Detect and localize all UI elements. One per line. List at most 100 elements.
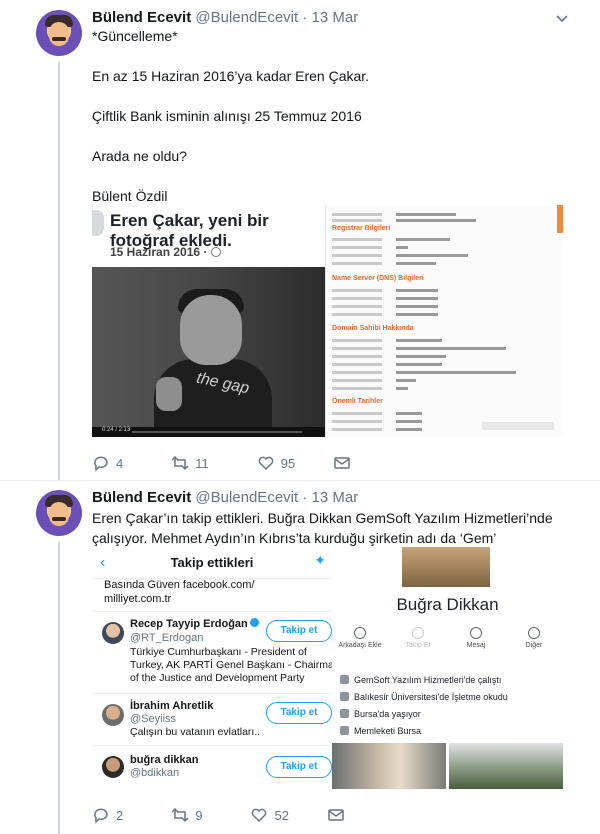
add-friend-action: Arkadaşı Ekle [332,627,388,649]
following-bio: Türkiye Cumhurbaşkanı - President of Tur… [130,646,340,684]
retweet-button[interactable]: 9 [171,806,202,824]
like-button[interactable]: 52 [250,806,289,824]
reply-button[interactable]: 4 [92,454,123,472]
following-handle: @bdikkan [130,767,180,779]
graduation-cap-icon [340,692,349,701]
thread-line [58,62,60,480]
tweet-line: Eren Çakar’ın takip ettikleri. Buğra Dik… [92,510,553,526]
following-item: İbrahim Ahretlik @Seyiiss Çalışın bu vat… [92,693,332,745]
home-icon [340,709,349,718]
tweet-media[interactable]: Eren Çakar, yeni bir fotoğraf ekledi. 15… [92,205,563,437]
messenger-icon [470,627,482,639]
whois-section: Name Server (DNS) Bilgileri [332,275,424,282]
reply-count: 4 [116,455,124,471]
chevron-down-icon[interactable] [556,13,568,25]
facebook-post-screenshot: Eren Çakar, yeni bir fotoğraf ekledi. 15… [92,205,325,437]
thread-line [58,542,60,834]
tweet-actions: 2 9 52 [92,806,381,824]
tweet-date[interactable]: 13 Mar [312,9,359,26]
profile-photo [332,743,446,789]
twitter-following-screenshot: ‹ Takip ettikleri ✦ Basında Güven facebo… [92,547,340,789]
author-name[interactable]: Bülend Ecevit [92,489,191,506]
video-controls: 0:24 / 2:13 [92,427,325,437]
heart-icon [252,808,267,823]
following-name: Recep Tayyip Erdoğan [130,618,259,630]
tweet-text: Eren Çakar’ın takip ettikleri. Buğra Dik… [92,508,553,548]
author-handle[interactable]: @BulendEcevit [195,489,298,506]
following-title: Takip ettikleri [170,555,254,570]
tweet-header: Bülend Ecevit @BulendEcevit · 13 Mar [92,9,358,26]
like-button[interactable]: 95 [257,454,295,472]
retweet-count: 11 [195,455,209,471]
author-handle[interactable]: @BulendEcevit [195,9,298,26]
follow-button: Takip et [266,620,332,642]
like-count: 52 [274,807,289,823]
retweet-button[interactable]: 11 [171,454,209,472]
avatar [102,756,124,778]
more-icon [528,627,540,639]
author-avatar[interactable] [36,10,82,56]
following-name: buğra dikkan [130,754,199,766]
avatar [102,704,124,726]
reply-button[interactable]: 2 [92,806,123,824]
add-friend-icon [354,627,366,639]
follow-action: Takip Et [390,627,446,649]
following-item: buğra dikkan @bdikkan Takip et [92,745,332,789]
profile-info-work: GemSoft Yazılım Hizmetleri'de çalıştı [340,675,501,685]
tweet-line: Bülent Özdil [92,188,168,204]
tweet-1[interactable]: Bülend Ecevit @BulendEcevit · 13 Mar *Gü… [0,0,600,480]
video-time: 0:24 / 2:13 [102,427,131,433]
sparkle-icon: ✦ [314,552,326,568]
whois-section: Registrar Bilgileri [332,225,391,232]
reply-icon [94,456,108,472]
following-header: ‹ Takip ettikleri ✦ [92,547,332,579]
separator: · [302,9,308,26]
facebook-profile-screenshot: Buğra Dikkan Arkadaşı Ekle Takip Et Mesa… [332,547,563,789]
separator: · [302,489,308,506]
briefcase-icon [340,675,349,684]
heart-icon [258,456,274,471]
tweet-actions: 4 11 95 [92,454,387,472]
tweet-line: *Güncelleme* [92,28,178,44]
video-frame: the gap 0:24 / 2:13 [92,267,325,437]
follow-icon [412,627,424,639]
fb-post-date: 15 Haziran 2016 · [110,245,222,259]
follow-button: Takip et [266,702,332,724]
author-avatar[interactable] [36,490,82,536]
direct-message-button[interactable] [327,806,351,824]
location-pin-icon [340,726,349,735]
retweet-icon [171,807,189,823]
cover-photo [402,547,490,587]
author-name[interactable]: Bülend Ecevit [92,9,191,26]
tweet-line: çalışıyor. Mehmet Aydın’ın Kıbrıs’ta kur… [92,530,497,546]
tweet-date[interactable]: 13 Mar [312,489,359,506]
reply-icon [94,808,108,824]
whois-section: Domain Sahibi Hakkında [332,325,414,332]
retweet-count: 9 [195,807,203,823]
reply-count: 2 [116,807,124,823]
previous-bio: Basında Güven facebook.com/ milliyet.com… [104,579,255,605]
following-name: İbrahim Ahretlik [130,700,214,712]
more-action: Diğer [506,627,562,649]
tweet-line: En az 15 Haziran 2016’ya kadar Eren Çaka… [92,68,370,84]
following-item: Recep Tayyip Erdoğan @RT_Erdogan Türkiye… [92,611,340,693]
following-handle: @RT_Erdogan [130,632,204,644]
profile-actions: Arkadaşı Ekle Takip Et Mesaj Diğer [332,627,563,659]
profile-info-education: Balıkesir Üniversitesi'de İşletme okudu [340,692,508,702]
direct-message-button[interactable] [333,454,357,472]
avatar [102,622,124,644]
profile-info-location: Bursa'da yaşıyor [340,709,421,719]
globe-icon [211,247,222,257]
follow-button: Takip et [266,756,332,778]
whois-screenshot: Registrar Bilgileri Name Server (DNS) Bi… [325,205,563,437]
retweet-icon [171,455,189,471]
following-bio: Çalışın bu vatanın evlatları.. [130,726,261,738]
following-handle: @Seyiiss [130,713,177,725]
verified-badge-icon [249,618,259,627]
like-count: 95 [280,455,296,471]
tweet-media[interactable]: ‹ Takip ettikleri ✦ Basında Güven facebo… [92,547,563,789]
tweet-text: *Güncelleme* En az 15 Haziran 2016’ya ka… [92,26,369,226]
tweet-header: Bülend Ecevit @BulendEcevit · 13 Mar [92,489,358,506]
envelope-icon [334,457,350,469]
message-action: Mesaj [448,627,504,649]
